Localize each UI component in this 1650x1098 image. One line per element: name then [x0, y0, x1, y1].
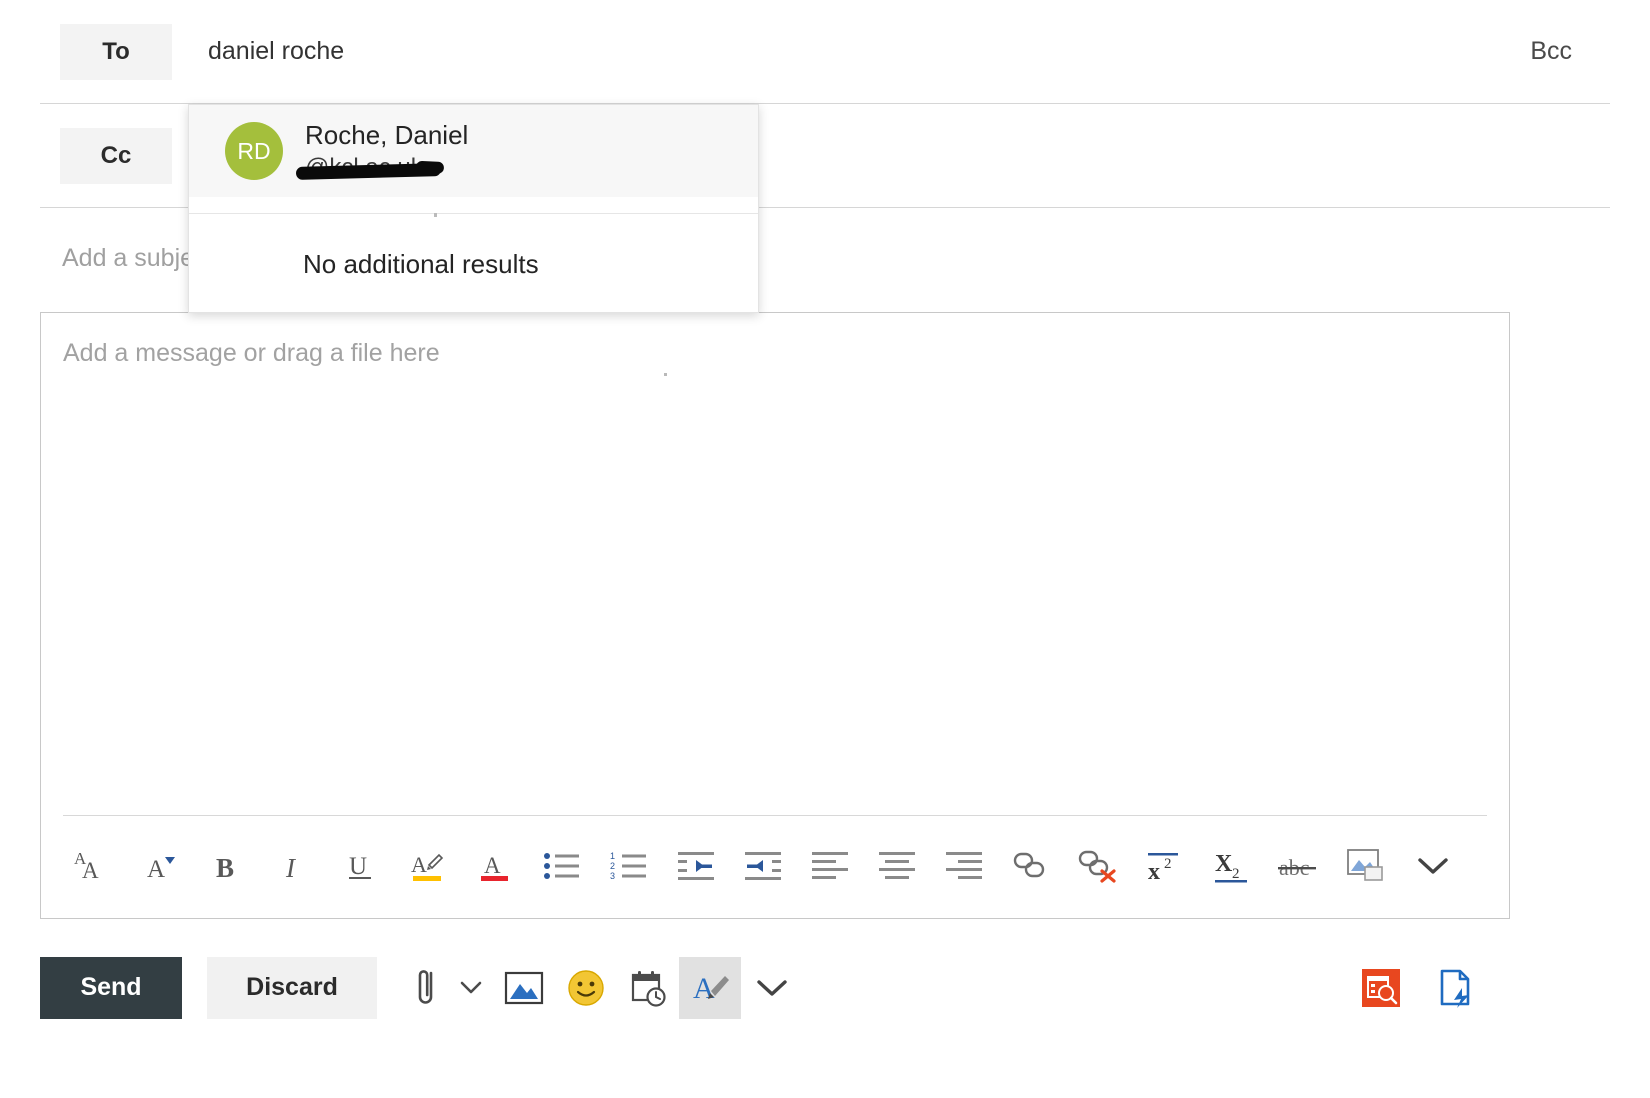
svg-text:B: B	[216, 853, 234, 883]
insert-link-icon[interactable]	[997, 837, 1064, 895]
highlight-icon[interactable]: A	[394, 837, 461, 895]
insert-picture-icon[interactable]	[1332, 837, 1399, 895]
font-color-picker-icon[interactable]: A	[126, 837, 193, 895]
body-input[interactable]: Add a message or drag a file here	[63, 339, 440, 368]
svg-text:2: 2	[1232, 866, 1240, 882]
to-input[interactable]: daniel roche	[208, 37, 1520, 66]
send-button[interactable]: Send	[40, 956, 182, 1019]
suggestion-item[interactable]: RD Roche, Daniel @kcl.ac.uk	[189, 105, 758, 197]
find-time-icon[interactable]	[1344, 957, 1418, 1019]
svg-text:2: 2	[1164, 856, 1172, 872]
italic-icon[interactable]: I	[260, 837, 327, 895]
insert-actions-group: A	[405, 956, 803, 1019]
svg-text:x: x	[1148, 859, 1160, 884]
emoji-icon[interactable]	[555, 957, 617, 1019]
svg-text:2: 2	[610, 861, 615, 871]
formatting-toolbar: A A A B I U A A 1 2 3 x 2 X 2 abc	[59, 831, 1491, 901]
bold-icon[interactable]: B	[193, 837, 260, 895]
svg-text:A: A	[82, 858, 99, 883]
svg-text:I: I	[285, 853, 297, 883]
no-additional-results: No additional results	[303, 248, 539, 279]
compose-window: To daniel roche Bcc Cc Add a subject Add…	[0, 0, 1650, 1098]
subscript-icon[interactable]: X 2	[1198, 837, 1265, 895]
attach-icon[interactable]	[405, 957, 449, 1019]
bulleted-list-icon[interactable]	[528, 837, 595, 895]
quick-document-icon[interactable]	[1418, 957, 1492, 1019]
suggestion-email: @kcl.ac.uk	[295, 154, 468, 183]
compose-action-bar: Send Discard A	[40, 940, 1510, 1035]
svg-text:A: A	[147, 856, 165, 883]
increase-indent-icon[interactable]	[729, 837, 796, 895]
align-right-icon[interactable]	[930, 837, 997, 895]
message-body-box: Add a message or drag a file here A A A	[40, 312, 1510, 919]
underline-icon[interactable]: U	[327, 837, 394, 895]
svg-text:U: U	[349, 853, 367, 880]
align-left-icon[interactable]	[796, 837, 863, 895]
font-color-icon[interactable]: A	[461, 837, 528, 895]
superscript-icon[interactable]: x 2	[1131, 837, 1198, 895]
remove-link-icon[interactable]	[1064, 837, 1131, 895]
suggestion-dot	[434, 213, 437, 217]
more-actions-chevron-down-icon[interactable]	[741, 957, 803, 1019]
align-center-icon[interactable]	[863, 837, 930, 895]
recipient-suggestions-dropdown: RD Roche, Daniel @kcl.ac.uk No additiona…	[188, 104, 759, 313]
suggestion-text: Roche, Daniel @kcl.ac.uk	[295, 119, 469, 183]
bcc-button[interactable]: Bcc	[1520, 31, 1582, 72]
cc-label: Cc	[60, 127, 172, 184]
schedule-poll-icon[interactable]	[617, 957, 679, 1019]
more-formatting-options-icon[interactable]	[1399, 837, 1466, 895]
svg-text:X: X	[1215, 851, 1233, 877]
decrease-indent-icon[interactable]	[662, 837, 729, 895]
to-label: To	[60, 23, 172, 80]
discard-button[interactable]: Discard	[207, 956, 377, 1019]
insert-picture-icon[interactable]	[493, 957, 555, 1019]
svg-text:A: A	[484, 853, 501, 878]
suggestion-name: Roche, Daniel	[305, 120, 469, 151]
svg-text:3: 3	[610, 871, 615, 881]
svg-text:A: A	[693, 972, 715, 1005]
body-cursor-dot	[664, 373, 667, 376]
attach-chevron-down-icon[interactable]	[449, 957, 493, 1019]
svg-text:A: A	[411, 852, 427, 877]
numbered-list-icon[interactable]: 1 2 3	[595, 837, 662, 895]
svg-text:1: 1	[610, 851, 615, 861]
avatar-initials: RD	[237, 137, 271, 164]
toolbar-divider	[63, 815, 1487, 816]
to-row: To daniel roche Bcc	[40, 0, 1610, 104]
signature-icon[interactable]: A	[679, 956, 741, 1019]
font-size-icon[interactable]: A A	[59, 837, 126, 895]
avatar: RD	[225, 122, 283, 180]
strikethrough-icon[interactable]: abc	[1265, 837, 1332, 895]
addins-group	[1344, 957, 1492, 1019]
